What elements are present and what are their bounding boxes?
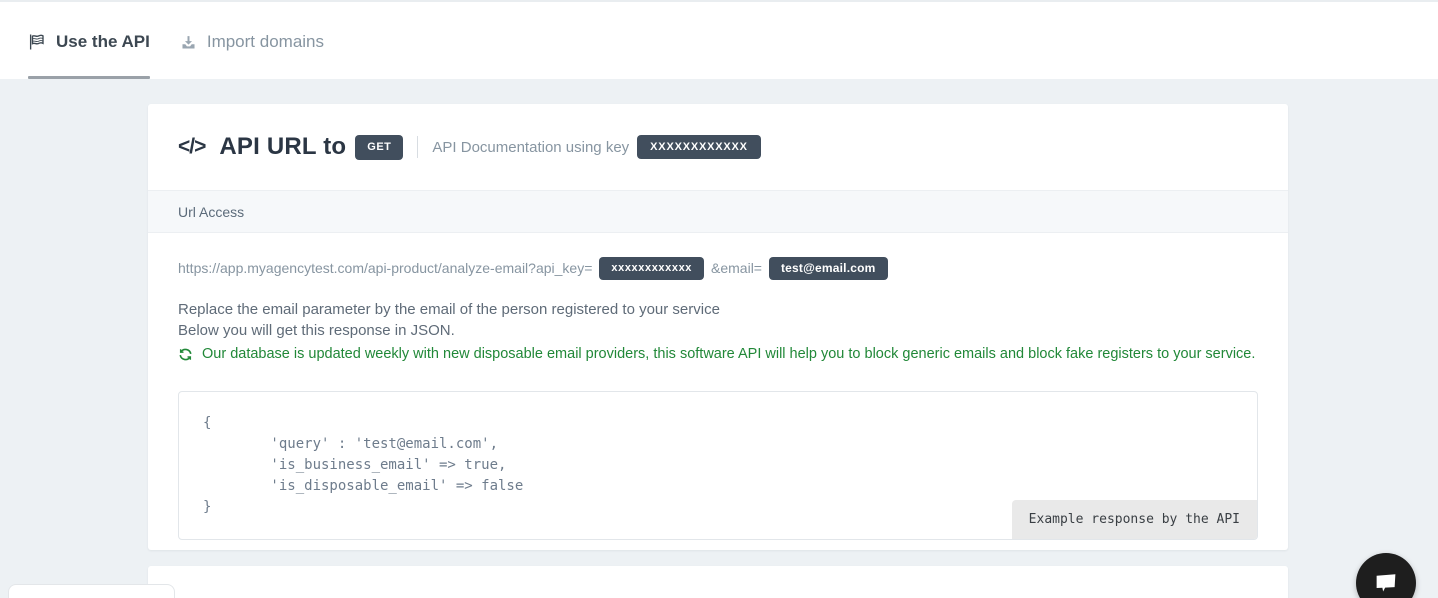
api-card-body: https://app.myagencytest.com/api-product… — [148, 233, 1288, 558]
example-response-block: { 'query' : 'test@email.com', 'is_busine… — [178, 391, 1258, 540]
tab-label-use-the-api: Use the API — [56, 32, 150, 52]
api-card: </> API URL to GET API Documentation usi… — [148, 104, 1288, 550]
tab-label-import-domains: Import domains — [207, 32, 324, 52]
api-key-param-badge: xxxxxxxxxxxx — [599, 257, 704, 280]
note-text: Our database is updated weekly with new … — [202, 344, 1255, 365]
http-method-badge: GET — [355, 135, 403, 160]
chat-widget-button[interactable] — [1356, 553, 1416, 598]
email-param-badge: test@email.com — [769, 257, 888, 280]
code-icon: </> — [178, 135, 205, 159]
refresh-icon — [178, 347, 193, 369]
url-access-section-header: Url Access — [148, 190, 1288, 233]
tab-bar: Use the API Import domains — [0, 0, 1438, 79]
email-param-label: &email= — [711, 260, 762, 276]
description-line-2: Below you will get this response in JSON… — [178, 320, 1258, 341]
flag-icon — [28, 33, 46, 51]
api-url-row: https://app.myagencytest.com/api-product… — [178, 256, 1258, 280]
url-access-label: Url Access — [178, 204, 244, 220]
api-documentation-link[interactable]: API Documentation using key — [432, 139, 629, 156]
description-line-1: Replace the email parameter by the email… — [178, 299, 1258, 320]
download-icon — [180, 34, 197, 51]
code-caption: Example response by the API — [1012, 500, 1257, 539]
next-section-card — [148, 566, 1288, 598]
card-title: API URL to — [219, 133, 346, 161]
database-update-note: Our database is updated weekly with new … — [178, 344, 1258, 369]
tab-import-domains[interactable]: Import domains — [180, 30, 324, 54]
chat-bubble-icon — [1371, 568, 1401, 598]
api-key-badge[interactable]: XXXXXXXXXXXX — [637, 135, 761, 159]
api-card-header: </> API URL to GET API Documentation usi… — [148, 104, 1288, 190]
header-divider — [417, 136, 418, 158]
bottom-left-widget[interactable] — [8, 584, 175, 598]
active-tab-underline — [28, 76, 150, 79]
tab-use-the-api[interactable]: Use the API — [28, 30, 150, 54]
api-url-text: https://app.myagencytest.com/api-product… — [178, 260, 592, 276]
